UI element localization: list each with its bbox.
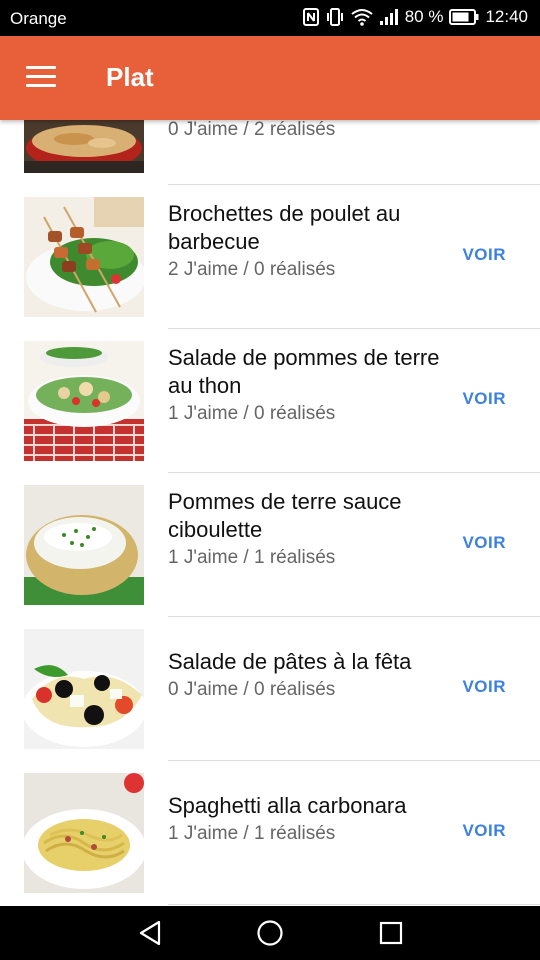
recipe-thumbnail [24,120,144,173]
list-item[interactable]: Salade de pâtes à la fêta 0 J'aime / 0 r… [0,617,540,761]
recipe-stats: 1 J'aime / 1 réalisés [168,547,336,568]
battery-percent: 80 % [404,7,444,26]
recipe-stats: 0 J'aime / 2 réalisés [168,120,336,140]
recipe-title: Salade de pâtes à la fêta [168,649,412,674]
view-button[interactable]: VOIR [462,533,506,553]
recipe-title: Salade de pommes de terre au thon [168,345,440,398]
vibrate-icon [326,8,343,26]
carrier-name: Orange [10,9,67,28]
view-button[interactable]: VOIR [462,677,506,697]
divider [168,904,540,905]
list-item[interactable]: Salade de pommes de terre au thon 1 J'ai… [0,329,540,473]
wifi-icon [351,9,373,26]
recipe-stats: 1 J'aime / 0 réalisés [168,403,336,424]
recipe-thumbnail [24,485,144,605]
recipe-list[interactable]: 0 J'aime / 2 réalisés Brochettes de poul… [0,120,540,906]
page-title: Plat [106,62,154,92]
list-item[interactable]: Spaghetti alla carbonara 1 J'aime / 1 ré… [0,761,540,905]
home-icon[interactable] [256,919,284,947]
recipe-stats: 1 J'aime / 1 réalisés [168,823,336,844]
view-button[interactable]: VOIR [462,245,506,265]
recipe-title: Brochettes de poulet au barbecue [168,201,401,254]
recipe-title: Spaghetti alla carbonara [168,793,407,818]
view-button[interactable]: VOIR [462,389,506,409]
signal-icon [379,9,398,25]
recipe-thumbnail [24,773,144,893]
app-bar: Plat [0,36,540,120]
status-bar: Orange 80 % 12:40 [0,0,540,36]
recipe-stats: 0 J'aime / 0 réalisés [168,679,336,700]
clock: 12:40 [485,7,528,26]
menu-icon[interactable] [26,66,58,90]
nfc-icon [302,8,319,26]
battery-icon [449,9,479,25]
recipe-thumbnail [24,341,144,461]
view-button[interactable]: VOIR [462,821,506,841]
list-item[interactable]: Pommes de terre sauce ciboulette 1 J'aim… [0,473,540,617]
recipe-thumbnail [24,629,144,749]
navigation-bar [0,906,540,960]
recents-icon[interactable] [378,919,404,947]
recipe-stats: 2 J'aime / 0 réalisés [168,259,336,280]
list-item[interactable]: 0 J'aime / 2 réalisés [0,120,540,185]
recipe-title: Pommes de terre sauce ciboulette [168,489,402,542]
recipe-thumbnail [24,197,144,317]
back-icon[interactable] [137,919,163,947]
list-item[interactable]: Brochettes de poulet au barbecue 2 J'aim… [0,185,540,329]
